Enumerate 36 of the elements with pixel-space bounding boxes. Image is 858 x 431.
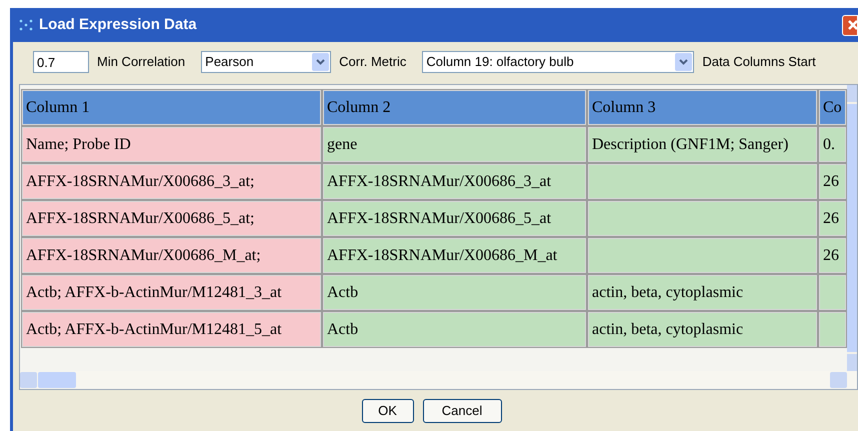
table-cell: AFFX-18SRNAMur/X00686_M_at; bbox=[22, 238, 321, 273]
column-header[interactable]: Column 3 bbox=[588, 90, 817, 125]
table-cell: 26 bbox=[819, 201, 846, 236]
column-header[interactable]: Co bbox=[819, 90, 846, 125]
column-header[interactable]: Column 1 bbox=[22, 90, 321, 125]
table-cell: 26 bbox=[819, 164, 846, 199]
table-cell: Actb; AFFX-b-ActinMur/M12481_3_at bbox=[22, 275, 321, 310]
table-cell: AFFX-18SRNAMur/X00686_3_at bbox=[323, 164, 586, 199]
vertical-scrollbar[interactable] bbox=[847, 85, 857, 371]
table-cell: 0. bbox=[819, 127, 846, 162]
field-label: Data Columns Start bbox=[702, 53, 816, 72]
close-icon bbox=[847, 19, 857, 31]
table-cell: gene bbox=[323, 127, 586, 162]
table-cell: Actb bbox=[323, 275, 586, 310]
window-title: Load Expression Data bbox=[39, 14, 197, 35]
table-cell: Description (GNF1M; Sanger) bbox=[588, 127, 817, 162]
dots-icon bbox=[19, 19, 33, 31]
close-button[interactable] bbox=[842, 14, 858, 36]
column-header[interactable]: Column 2 bbox=[323, 90, 586, 125]
dialog-button[interactable]: Cancel bbox=[422, 398, 502, 422]
table-cell: Actb bbox=[323, 312, 586, 347]
table-cell: actin, beta, cytoplasmic bbox=[588, 275, 817, 310]
table-cell: Actb; AFFX-b-ActinMur/M12481_5_at bbox=[22, 312, 321, 347]
dropdown[interactable]: Pearson bbox=[201, 51, 332, 73]
dropdown[interactable]: Column 19: olfactory bulb bbox=[422, 51, 694, 73]
dialog-button[interactable]: OK bbox=[362, 398, 414, 422]
field-label: Corr. Metric bbox=[339, 53, 406, 72]
table-cell: actin, beta, cytoplasmic bbox=[588, 312, 817, 347]
field-label: Min Correlation bbox=[97, 53, 186, 72]
min-correlation-field[interactable]: 0.7 bbox=[33, 51, 89, 73]
table-cell: AFFX-18SRNAMur/X00686_5_at; bbox=[22, 201, 321, 236]
table-cell: AFFX-18SRNAMur/X00686_5_at bbox=[323, 201, 586, 236]
table-cell: AFFX-18SRNAMur/X00686_3_at; bbox=[22, 164, 321, 199]
table-cell: AFFX-18SRNAMur/X00686_M_at bbox=[323, 238, 586, 273]
table-cell: Name; Probe ID bbox=[22, 127, 321, 162]
table-cell: 26 bbox=[819, 238, 846, 273]
